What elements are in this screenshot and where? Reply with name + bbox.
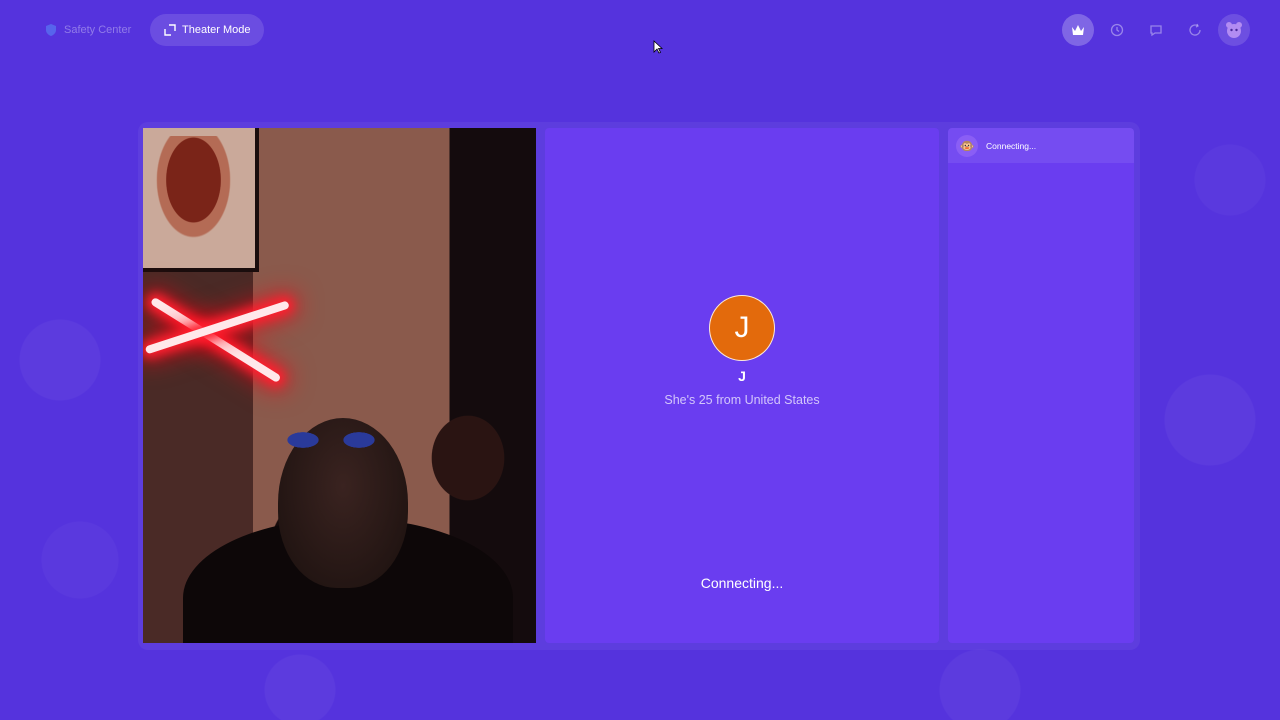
partner-name: J [738,368,746,384]
top-icons [1062,14,1250,46]
shield-icon [44,23,58,37]
side-panel-header: 🐵 Connecting... [948,128,1134,163]
partner-avatar: J [709,295,775,361]
partner-panel: J J She's 25 from United States Connecti… [545,128,939,643]
safety-center-label: Safety Center [64,24,132,36]
theater-mode-button[interactable]: Theater Mode [150,14,265,46]
side-panel-status: Connecting... [986,140,1037,151]
profile-avatar[interactable] [1218,14,1250,46]
partner-description: She's 25 from United States [664,393,820,407]
sunglasses [276,428,386,452]
crown-icon[interactable] [1062,14,1094,46]
safety-center-button[interactable]: Safety Center [30,14,145,46]
top-bar: Safety Center Theater Mode [30,14,1250,46]
history-icon[interactable] [1101,14,1133,46]
refresh-icon[interactable] [1179,14,1211,46]
monkey-avatar: 🐵 [956,134,978,157]
chat-icon[interactable] [1140,14,1172,46]
connection-status: Connecting... [700,575,784,591]
self-camera-feed [143,128,536,643]
theater-mode-label: Theater Mode [182,24,251,36]
chat-side-panel: 🐵 Connecting... [948,128,1134,643]
expand-icon [164,24,176,36]
mouse-cursor-icon [653,40,663,54]
wall-poster [143,128,259,272]
